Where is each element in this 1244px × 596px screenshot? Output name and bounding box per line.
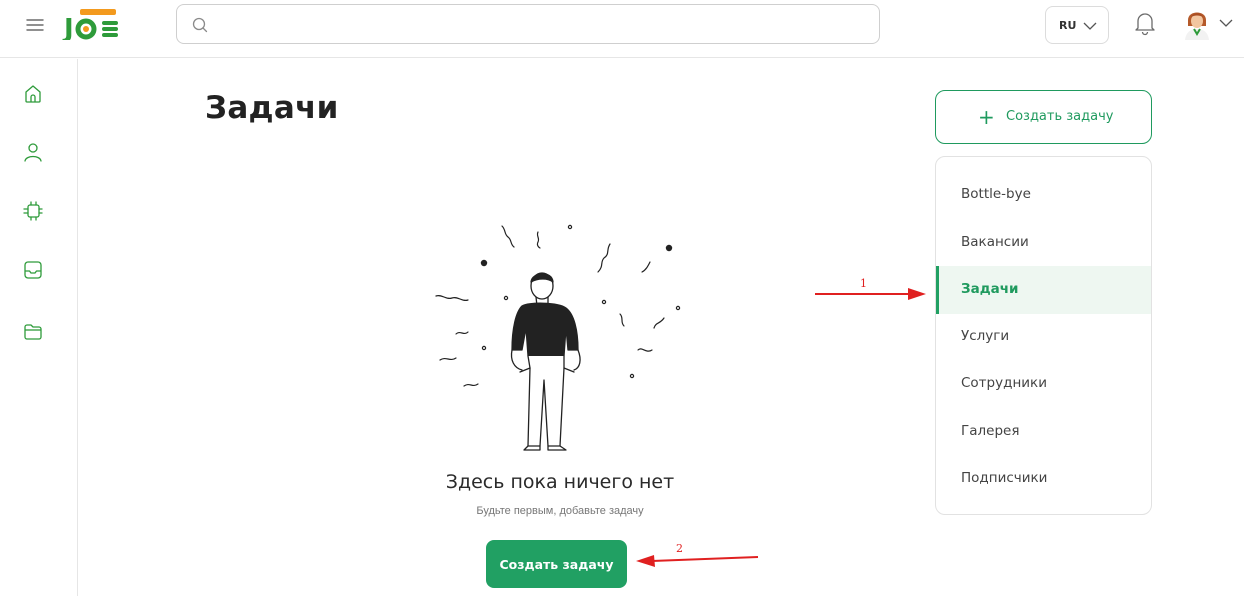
empty-state-title: Здесь пока ничего нет: [445, 471, 675, 493]
inbox-icon[interactable]: [22, 259, 44, 281]
nav-item-subscribers[interactable]: Подписчики: [936, 455, 1151, 503]
search-icon: [191, 16, 209, 34]
search-box[interactable]: [176, 4, 880, 44]
nav-item-label: Галерея: [961, 423, 1020, 439]
create-task-button[interactable]: Создать задачу: [486, 540, 627, 588]
svg-text:J: J: [62, 14, 74, 40]
annotation-arrow-1: 1: [815, 277, 926, 300]
annotation-label-1: 1: [860, 277, 867, 290]
chevron-down-icon: [1082, 18, 1098, 34]
nav-item-label: Сотрудники: [961, 375, 1047, 391]
nav-item-bottle-bye[interactable]: Bottle-bye: [936, 171, 1151, 219]
nav-item-services[interactable]: Услуги: [936, 313, 1151, 361]
page-title: Задачи: [205, 90, 339, 126]
search-input[interactable]: [217, 11, 857, 37]
bell-icon[interactable]: [1134, 10, 1156, 36]
top-bar: J RU: [0, 0, 1244, 58]
nav-item-label: Вакансии: [961, 234, 1029, 250]
nav-item-gallery[interactable]: Галерея: [936, 408, 1151, 456]
folder-icon[interactable]: [22, 321, 44, 343]
nav-item-label: Bottle-bye: [961, 186, 1031, 202]
plus-icon: +: [978, 105, 995, 129]
section-nav: Bottle-bye Вакансии Задачи Услуги Сотруд…: [935, 156, 1152, 515]
create-task-button-top[interactable]: + Создать задачу: [935, 90, 1152, 144]
logo[interactable]: J: [60, 6, 130, 44]
user-icon[interactable]: [22, 141, 44, 163]
language-select[interactable]: RU: [1045, 6, 1109, 44]
create-task-label: Создать задачу: [1006, 109, 1114, 124]
nav-item-label: Задачи: [961, 281, 1019, 297]
empty-state-illustration: [428, 210, 688, 460]
nav-item-employees[interactable]: Сотрудники: [936, 360, 1151, 408]
menu-icon[interactable]: [24, 14, 46, 36]
annotation-arrow-2: 2: [636, 542, 759, 567]
nav-item-label: Подписчики: [961, 470, 1048, 486]
chevron-down-icon[interactable]: [1217, 15, 1235, 29]
annotation-label-2: 2: [676, 542, 683, 555]
nav-item-vacancies[interactable]: Вакансии: [936, 219, 1151, 267]
language-value: RU: [1059, 19, 1077, 32]
nav-item-tasks[interactable]: Задачи: [936, 266, 1151, 314]
avatar[interactable]: [1182, 6, 1212, 40]
sidebar: [0, 59, 78, 596]
home-icon[interactable]: [22, 83, 44, 105]
empty-state-subtitle: Будьте первым, добавьте задачу: [476, 505, 644, 517]
nav-item-label: Услуги: [961, 328, 1010, 344]
chip-icon[interactable]: [22, 200, 44, 222]
